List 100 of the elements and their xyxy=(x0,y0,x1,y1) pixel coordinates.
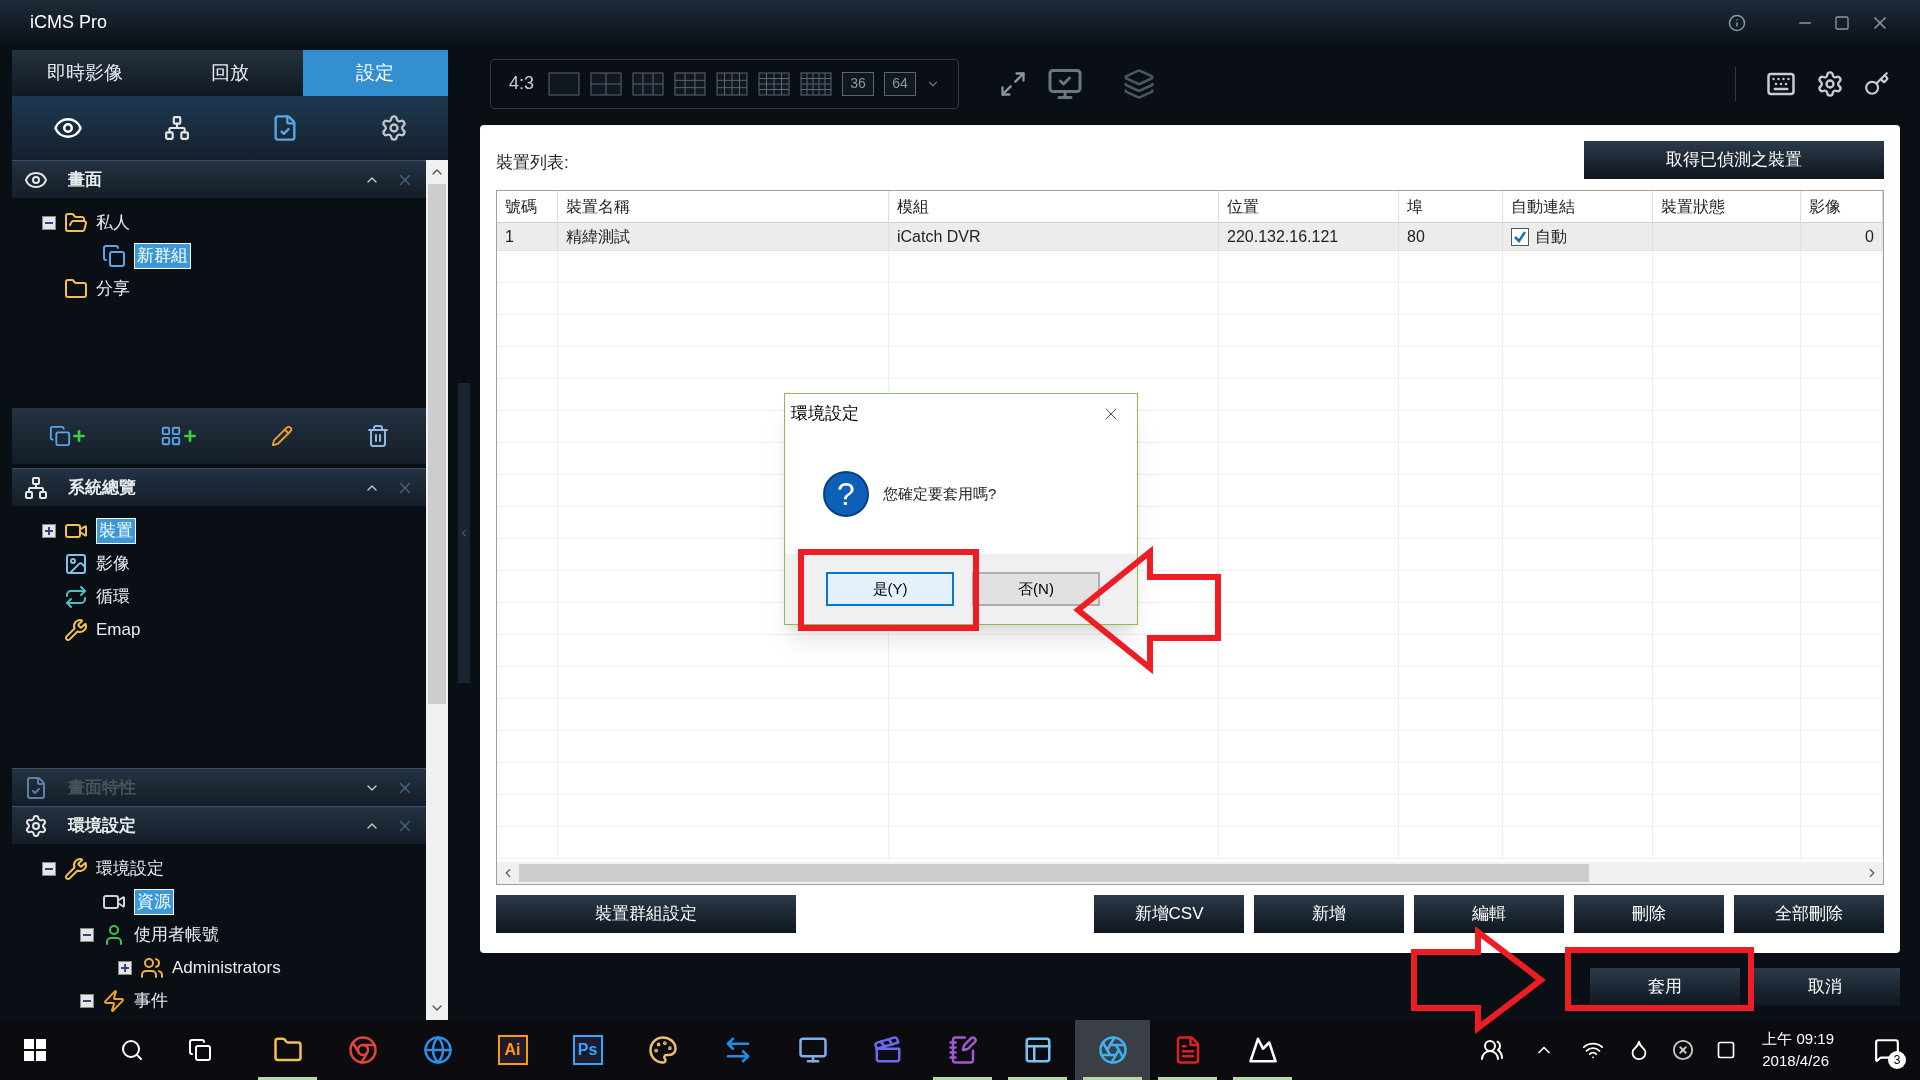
expand-toggle-icon[interactable] xyxy=(42,523,56,538)
no-button[interactable]: 否(N) xyxy=(972,572,1100,606)
table-cell-text: 1 xyxy=(505,226,514,247)
tree-item[interactable]: 事件 xyxy=(134,988,168,1013)
column-header[interactable]: 模組 xyxy=(889,191,1219,222)
search-icon[interactable] xyxy=(120,1038,144,1062)
layout-option[interactable]: 64 xyxy=(884,71,917,96)
apply-button[interactable]: 套用 xyxy=(1590,968,1740,1006)
pencil-icon[interactable] xyxy=(270,425,293,447)
panel-header[interactable]: 系統總覽 xyxy=(12,468,426,506)
add-group-icon[interactable] xyxy=(48,425,87,447)
dialog-message: 您確定要套用嗎? xyxy=(883,483,997,504)
panel-header[interactable]: 環境設定 xyxy=(12,806,426,844)
column-header[interactable]: 號碼 xyxy=(497,191,558,222)
taskbar-app[interactable]: Ai xyxy=(475,1020,550,1080)
column-header[interactable]: 裝置狀態 xyxy=(1653,191,1801,222)
table-cell-text: 0 xyxy=(1865,226,1874,247)
table-cell-text: 220.132.16.121 xyxy=(1227,226,1339,247)
column-header[interactable]: 埠 xyxy=(1399,191,1503,222)
layout-grid-icon[interactable] xyxy=(716,71,749,96)
panel-title: 環境設定 xyxy=(68,814,136,837)
delete-icon[interactable] xyxy=(365,424,390,448)
tree-item[interactable]: Emap xyxy=(96,617,141,642)
horizontal-scrollbar[interactable] xyxy=(497,862,1883,884)
layout-grid-icon[interactable] xyxy=(758,71,791,96)
video-icon xyxy=(872,1035,903,1065)
settings-icon xyxy=(24,813,48,838)
folder-icon xyxy=(64,276,88,301)
tree-item[interactable]: 循環 xyxy=(96,584,130,609)
tab[interactable]: 即時影像 xyxy=(12,50,158,96)
panel-title: 畫面 xyxy=(68,168,102,191)
dialog-title: 環境設定 xyxy=(791,403,859,426)
photos-icon xyxy=(1247,1035,1278,1065)
panel-title: 系統總覽 xyxy=(68,476,136,499)
column-header[interactable]: 自動連結 xyxy=(1503,191,1653,222)
checkbox[interactable] xyxy=(1511,227,1529,246)
device-list-label: 裝置列表: xyxy=(496,152,569,175)
people-icon[interactable] xyxy=(1480,1038,1505,1062)
collapse-toggle-icon[interactable] xyxy=(80,993,94,1008)
table-cell-text: 精緯測試 xyxy=(566,226,630,247)
group-icon xyxy=(102,243,126,268)
aspect-ratio-label[interactable]: 4:3 xyxy=(509,70,535,97)
add-layout-icon[interactable] xyxy=(159,425,198,447)
panel-header[interactable]: 畫面 xyxy=(12,160,426,198)
action-button[interactable]: 編輯 xyxy=(1414,895,1564,933)
detect-devices-button[interactable]: 取得已偵測之裝置 xyxy=(1584,141,1884,179)
tree-item[interactable]: 環境設定 xyxy=(96,856,164,881)
tree-item[interactable]: 使用者帳號 xyxy=(134,922,219,947)
fullscreen-icon[interactable] xyxy=(999,69,1028,98)
key-icon[interactable] xyxy=(1864,70,1890,97)
maximize-icon[interactable] xyxy=(1834,14,1850,31)
action-button[interactable]: 新增 xyxy=(1254,895,1404,933)
action-button[interactable]: 刪除 xyxy=(1574,895,1724,933)
taskbar-app[interactable]: Ps xyxy=(550,1020,625,1080)
tree-item[interactable]: 私人 xyxy=(96,210,130,235)
notification-count: 3 xyxy=(1888,1051,1906,1069)
collapse-toggle-icon[interactable] xyxy=(42,215,56,230)
notifications-icon[interactable] xyxy=(1874,1037,1900,1063)
table-cell-text: 80 xyxy=(1407,226,1425,247)
image-icon xyxy=(64,551,88,576)
tree-item[interactable]: Administrators xyxy=(172,955,281,980)
column-header[interactable]: 影像 xyxy=(1801,191,1883,222)
group-settings-button[interactable]: 裝置群組設定 xyxy=(496,895,796,933)
users-icon xyxy=(140,955,164,980)
notes-icon xyxy=(947,1035,978,1065)
folder-open-icon xyxy=(64,210,88,235)
settings-icon[interactable] xyxy=(1816,69,1844,98)
taskbar-app[interactable] xyxy=(1075,1020,1150,1080)
tree-item[interactable]: 分享 xyxy=(96,276,130,301)
tab[interactable]: 回放 xyxy=(157,50,303,96)
table-cell-text: iCatch DVR xyxy=(897,226,981,247)
column-header[interactable]: 位置 xyxy=(1219,191,1399,222)
layout-grid-icon[interactable] xyxy=(800,71,833,96)
column-header[interactable]: 裝置名稱 xyxy=(558,191,889,222)
vertical-scrollbar[interactable] xyxy=(426,160,448,1020)
collapse-toggle-icon[interactable] xyxy=(80,927,94,942)
tool-folder-icon xyxy=(64,617,88,642)
info-icon[interactable] xyxy=(1728,13,1746,32)
chrome-icon xyxy=(347,1035,378,1065)
tree-item[interactable]: 影像 xyxy=(96,551,130,576)
layers-icon[interactable] xyxy=(1123,67,1156,100)
task-view-icon[interactable] xyxy=(188,1038,212,1062)
collapse-toggle-icon[interactable] xyxy=(42,861,56,876)
layout-grid-icon[interactable] xyxy=(674,71,707,96)
status-icon[interactable] xyxy=(1672,1039,1695,1061)
table-cell-text: 自動 xyxy=(1535,226,1567,247)
windows-logo-icon[interactable] xyxy=(24,1039,46,1061)
tool-folder-icon xyxy=(64,856,88,881)
layout-option[interactable]: 36 xyxy=(842,71,875,96)
window-title: iCMS Pro xyxy=(30,11,107,34)
event-icon xyxy=(102,988,126,1013)
action-button[interactable]: 全部刪除 xyxy=(1734,895,1884,933)
yes-button[interactable]: 是(Y) xyxy=(826,572,954,606)
question-icon: ? xyxy=(823,471,869,517)
loop-icon xyxy=(64,584,88,609)
settings-icon[interactable] xyxy=(379,114,408,142)
action-button[interactable]: 新增CSV xyxy=(1094,895,1244,933)
clock[interactable]: 上午 09:19 2018/4/26 xyxy=(1762,1028,1834,1072)
app-icon: Ai xyxy=(497,1035,528,1065)
expand-toggle-icon[interactable] xyxy=(118,960,132,975)
